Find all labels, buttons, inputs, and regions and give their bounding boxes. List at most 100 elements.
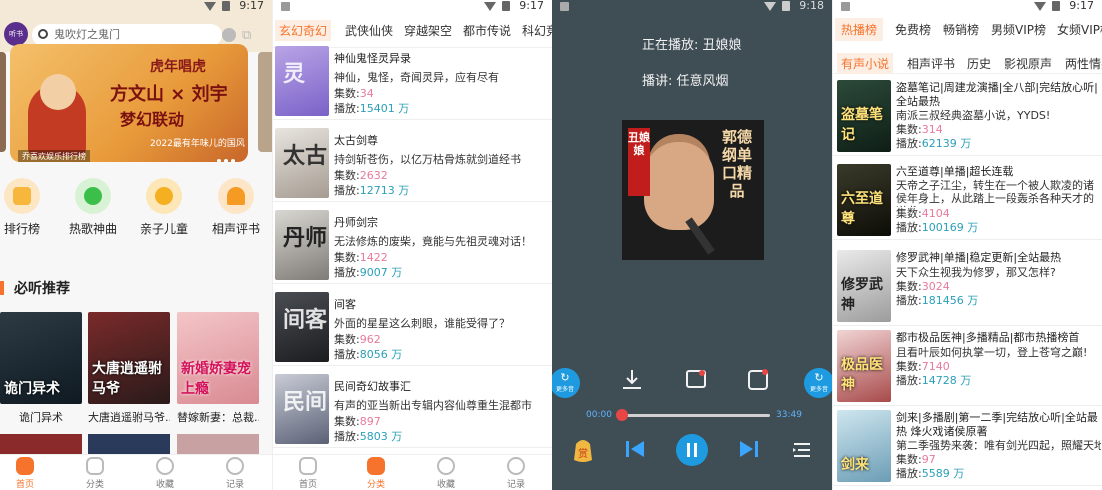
tab-male-vip[interactable]: 男频VIP榜 xyxy=(991,21,1046,38)
book-card[interactable]: 诡门异术 诡门异术 xyxy=(0,312,82,425)
list-item[interactable]: 剑来 剑来|多播剧|第一二季|完结放心听|全站最热 烽火戏诸侯原著 第二季强势来… xyxy=(833,408,1102,486)
cover-tag: 丑娘娘 xyxy=(628,128,650,196)
player-tools xyxy=(552,366,832,396)
book-title: 诡门异术 xyxy=(19,411,63,424)
book-card[interactable]: 新婚娇妻宠上瘾 替嫁新妻：总裁... xyxy=(177,312,259,425)
book-cover: 新婚娇妻宠上瘾 xyxy=(177,312,259,404)
album-episodes: 集数:7140 xyxy=(896,360,950,373)
category-hot-songs[interactable]: 热歌神曲 xyxy=(63,178,123,237)
pause-icon[interactable] xyxy=(676,434,708,466)
search-input[interactable]: 鬼吹灯之鬼门 xyxy=(32,24,222,46)
list-item[interactable]: 太古 太古剑尊 持剑斩苍伤，以亿万枯骨炼就剑道经书 集数:2632 播放:127… xyxy=(273,122,552,202)
bottom-nav: 首页 分类 收藏 记录 xyxy=(0,454,272,490)
clock-icon xyxy=(507,457,525,475)
progress-knob[interactable] xyxy=(616,409,628,421)
list-item[interactable]: 灵 神仙鬼怪灵异录 神仙，鬼怪，奇闻灵异，应有尽有 集数:34 播放:15401… xyxy=(273,40,552,120)
album-cover: 太古 xyxy=(275,128,329,198)
list-item[interactable]: 丹师 丹师剑宗 无法修炼的废柴，竟能与先祖灵魂对话！ 集数:1422 播放:90… xyxy=(273,204,552,284)
tab-urban[interactable]: 都市传说 xyxy=(463,22,511,39)
status-time: 9:17 xyxy=(1069,0,1094,12)
list-item[interactable]: 修罗武神 修罗武神|单播|稳定更新|全站最热 天下众生视我为修罗，那又怎样? 集… xyxy=(833,248,1102,326)
next-icon[interactable] xyxy=(738,438,760,460)
ranking-subtabs: 有声小说 相声评书 历史 影视原声 两性情感 xyxy=(833,48,1102,74)
banner-figure-face xyxy=(40,74,76,110)
nav-favorites[interactable]: 收藏 xyxy=(421,457,471,490)
tab-hot[interactable]: 热播榜 xyxy=(835,18,884,41)
nav-category[interactable]: 分类 xyxy=(351,457,401,490)
list-item[interactable]: 民间 民间奇幻故事汇 有声的亚当新出专辑内容仙尊重生混都市 集数:897 播放:… xyxy=(273,368,552,448)
album-plays: 播放:100169 万 xyxy=(896,221,979,234)
nav-home[interactable]: 首页 xyxy=(283,457,333,490)
album-desc: 神仙，鬼怪，奇闻灵异，应有尽有 xyxy=(334,71,499,84)
tab-free[interactable]: 免费榜 xyxy=(895,21,931,38)
nav-history[interactable]: 记录 xyxy=(491,457,541,490)
album-plays: 播放:12713 万 xyxy=(334,184,410,197)
playlist-icon[interactable] xyxy=(792,440,812,460)
tab-wuxia[interactable]: 武侠仙侠 xyxy=(345,22,393,39)
list-item[interactable]: 间客 间客 外面的星星这么刺眼，谁能受得了？ 集数:962 播放:8056 万 xyxy=(273,286,552,366)
comment-icon[interactable] xyxy=(682,366,710,394)
nav-home[interactable]: 首页 xyxy=(0,457,50,490)
play-circle-icon xyxy=(156,457,174,475)
subtab-crosstalk[interactable]: 相声评书 xyxy=(907,55,955,72)
now-playing-title: 正在播放: 丑娘娘 xyxy=(642,38,742,53)
album-episodes: 集数:314 xyxy=(896,123,943,136)
share-icon[interactable]: ⧉ xyxy=(242,28,251,43)
subtab-audiobook[interactable]: 有声小说 xyxy=(837,53,894,74)
album-cover: 丹师 xyxy=(275,210,329,280)
tab-fantasy[interactable]: 玄幻奇幻 xyxy=(275,20,332,41)
album-episodes: 集数:962 xyxy=(334,333,381,346)
reward-icon[interactable]: 赏 xyxy=(570,434,596,464)
album-episodes: 集数:97 xyxy=(896,453,936,466)
album-cover: 极品医神 xyxy=(837,330,891,402)
category-crosstalk[interactable]: 相声评书 xyxy=(206,178,266,237)
nav-favorites[interactable]: 收藏 xyxy=(140,457,190,490)
album-plays: 播放:5589 万 xyxy=(896,467,965,480)
tab-female-vip[interactable]: 女频VIP榜 xyxy=(1057,21,1102,38)
nav-history[interactable]: 记录 xyxy=(210,457,260,490)
album-cover: 六至道尊 xyxy=(837,164,891,236)
status-time: 9:18 xyxy=(799,0,824,12)
album-cover: 民间 xyxy=(275,374,329,444)
wifi-icon xyxy=(484,2,496,11)
book-cover: 大唐逍遥驸马爷 xyxy=(88,312,170,404)
battery-icon xyxy=(502,1,510,11)
home-screen: 9:17 听书 鬼吹灯之鬼门 ⧉ 虎年唱虎 方文山 × 刘宇 梦幻联动 2022… xyxy=(0,0,272,490)
album-desc: 有声的亚当新出专辑内容仙尊重生混都市 xyxy=(334,399,532,412)
progress-track[interactable] xyxy=(622,414,770,417)
timer-icon[interactable] xyxy=(744,366,772,394)
subtab-history[interactable]: 历史 xyxy=(967,55,991,72)
mic-icon xyxy=(75,178,111,214)
album-plays: 播放:5803 万 xyxy=(334,430,403,443)
previous-icon[interactable] xyxy=(624,438,646,460)
notification-icon xyxy=(281,2,290,11)
category-kids[interactable]: 亲子儿童 xyxy=(134,178,194,237)
album-desc: 外面的星星这么刺眼，谁能受得了？ xyxy=(334,317,510,330)
home-banner[interactable]: 虎年唱虎 方文山 × 刘宇 梦幻联动 2022最有年味儿的国风 乔喜欢娱乐排行榜 xyxy=(10,44,248,162)
list-item[interactable]: 极品医神 都市极品医神|多播精品|都市热播榜首 且看叶辰如何执掌一切，登上苍穹之… xyxy=(833,328,1102,406)
tab-time-travel[interactable]: 穿越架空 xyxy=(404,22,452,39)
status-bar: 9:18 xyxy=(552,0,832,12)
tab-scifi[interactable]: 科幻竞 xyxy=(522,22,552,39)
album-episodes: 集数:1422 xyxy=(334,251,388,264)
category-ranking[interactable]: 排行榜 xyxy=(0,178,52,237)
album-episodes: 集数:4104 xyxy=(896,207,950,220)
banner-subtitle: 梦幻联动 xyxy=(120,110,185,129)
tab-bestseller[interactable]: 畅销榜 xyxy=(943,21,979,38)
category-screen: 9:17 玄幻奇幻 武侠仙侠 穿越架空 都市传说 科幻竞 灵 神仙鬼怪灵异录 神… xyxy=(272,0,552,490)
list-item[interactable]: 盗墓笔记 盗墓笔记|周建龙演播|全八部|完结放心听|全站最热 南派三叔经典盗墓小… xyxy=(833,78,1102,156)
subtab-ost[interactable]: 影视原声 xyxy=(1004,55,1052,72)
home-icon xyxy=(299,457,317,475)
status-time: 9:17 xyxy=(519,0,544,12)
album-episodes: 集数:897 xyxy=(334,415,381,428)
download-icon[interactable] xyxy=(618,366,646,394)
category-icon xyxy=(367,457,385,475)
play-circle-icon xyxy=(437,457,455,475)
list-item[interactable]: 六至道尊 六至道尊|单播|超长连载 天帝之子江尘，转生在一个被人欺凌的诸侯年身上… xyxy=(833,162,1102,240)
book-card[interactable]: 大唐逍遥驸马爷 大唐逍遥驸马爷... xyxy=(88,312,170,425)
album-desc: 第二季强势来袭：唯有剑光四起，照耀天地 xyxy=(896,439,1101,452)
nav-category[interactable]: 分类 xyxy=(70,457,120,490)
app-logo[interactable]: 听书 xyxy=(4,22,28,46)
subtab-relationship[interactable]: 两性情感 xyxy=(1065,55,1102,72)
history-icon[interactable] xyxy=(222,28,236,42)
